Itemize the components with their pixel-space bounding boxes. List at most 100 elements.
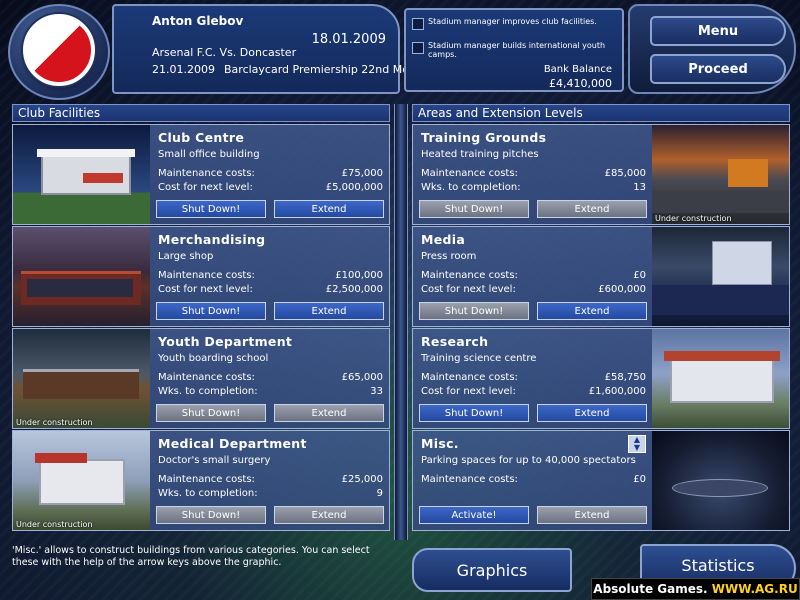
training-grounds-image: Under construction: [652, 125, 789, 224]
message-checkbox[interactable]: [412, 42, 424, 54]
cost-value: £1,600,000: [588, 386, 646, 397]
watermark-brand: Absolute Games.: [593, 582, 708, 596]
next-match-date: 21.01.2009: [152, 63, 215, 76]
cost-value: £25,000: [341, 474, 383, 485]
shut-down-button[interactable]: Shut Down!: [156, 404, 266, 422]
facility-title: Youth Department: [158, 334, 293, 349]
club-centre-info: Club Centre Small office building Mainte…: [150, 125, 389, 224]
facility-title: Club Centre: [158, 130, 245, 145]
message-checkbox[interactable]: [412, 18, 424, 30]
weeks-value: 9: [376, 488, 383, 499]
media-info: Media Press room Maintenance costs: £0 C…: [413, 227, 652, 326]
weeks-label: Wks. to completion:: [421, 182, 521, 193]
arrow-down-icon[interactable]: ▼: [634, 444, 640, 452]
facility-row-merchandising: Merchandising Large shop Maintenance cos…: [12, 226, 390, 327]
watermark-url: WWW.AG.RU: [711, 582, 798, 596]
cost-value: £0: [633, 270, 646, 281]
extend-button[interactable]: Extend: [274, 506, 384, 524]
shut-down-button[interactable]: Shut Down!: [419, 404, 529, 422]
cost-label: Maintenance costs:: [421, 270, 518, 281]
messages-panel: Stadium manager improves club facilities…: [404, 8, 624, 92]
merchandising-image: [13, 227, 150, 326]
category-arrows[interactable]: ▲ ▼: [628, 435, 646, 453]
cost-label: Maintenance costs:: [421, 372, 518, 383]
extend-button[interactable]: Extend: [537, 200, 647, 218]
facility-row-misc: Misc. ▲ ▼ Parking spaces for up to 40,00…: [412, 430, 790, 531]
facility-title: Media: [421, 232, 466, 247]
construction-label: Under construction: [16, 520, 93, 529]
facility-subtitle: Youth boarding school: [158, 353, 269, 364]
next-match-fixture: Arsenal F.C. Vs. Doncaster: [152, 46, 297, 59]
bank-balance-value: £4,410,000: [549, 77, 612, 90]
graphics-button[interactable]: Graphics: [412, 548, 572, 592]
facility-row-training-grounds: Training Grounds Heated training pitches…: [412, 124, 790, 225]
message-text: Stadium manager improves club facilities…: [428, 17, 597, 26]
facility-row-youth-department: Under construction Youth Department Yout…: [12, 328, 390, 429]
cost-label: Maintenance costs:: [158, 168, 255, 179]
manager-name: Anton Glebov: [152, 14, 244, 28]
facility-row-media: Media Press room Maintenance costs: £0 C…: [412, 226, 790, 327]
facility-title: Misc.: [421, 436, 459, 451]
merchandising-info: Merchandising Large shop Maintenance cos…: [150, 227, 389, 326]
facility-subtitle: Training science centre: [421, 353, 537, 364]
facility-subtitle: Small office building: [158, 149, 260, 160]
extend-button[interactable]: Extend: [274, 404, 384, 422]
research-info: Research Training science centre Mainten…: [413, 329, 652, 428]
shut-down-button[interactable]: Shut Down!: [419, 200, 529, 218]
extend-button[interactable]: Extend: [274, 200, 384, 218]
facility-title: Medical Department: [158, 436, 307, 451]
extend-button[interactable]: Extend: [274, 302, 384, 320]
extend-button[interactable]: Extend: [537, 506, 647, 524]
extend-button[interactable]: Extend: [537, 302, 647, 320]
menu-button[interactable]: Menu: [650, 16, 786, 46]
shut-down-button[interactable]: Shut Down!: [156, 200, 266, 218]
activate-button[interactable]: Activate!: [419, 506, 529, 524]
facility-subtitle: Press room: [421, 251, 477, 262]
main-menu-panel: Menu Proceed: [628, 4, 796, 94]
club-facilities-header: Club Facilities: [12, 104, 390, 122]
proceed-button[interactable]: Proceed: [650, 54, 786, 84]
site-watermark: Absolute Games. WWW.AG.RU: [591, 578, 800, 600]
cost-value: £65,000: [341, 372, 383, 383]
weeks-value: 13: [633, 182, 646, 193]
facility-row-club-centre: Club Centre Small office building Mainte…: [12, 124, 390, 225]
facility-subtitle: Parking spaces for up to 40,000 spectato…: [421, 455, 636, 466]
weeks-value: 33: [370, 386, 383, 397]
cost-label: Cost for next level:: [421, 284, 516, 295]
cost-value: £75,000: [341, 168, 383, 179]
message-text: Stadium manager builds international you…: [428, 41, 606, 59]
weeks-label: Wks. to completion:: [158, 386, 258, 397]
cost-value: £0: [633, 474, 646, 485]
current-date: 18.01.2009: [311, 32, 386, 47]
cost-value: £100,000: [335, 270, 383, 281]
cost-label: Maintenance costs:: [158, 270, 255, 281]
facility-row-research: Research Training science centre Mainten…: [412, 328, 790, 429]
cost-label: Maintenance costs:: [421, 474, 518, 485]
construction-label: Under construction: [655, 214, 732, 223]
cost-label: Maintenance costs:: [158, 474, 255, 485]
weeks-label: Wks. to completion:: [158, 488, 258, 499]
media-image: [652, 227, 789, 326]
cost-label: Cost for next level:: [421, 386, 516, 397]
shut-down-button[interactable]: Shut Down!: [156, 302, 266, 320]
extend-button[interactable]: Extend: [537, 404, 647, 422]
bank-balance-label: Bank Balance: [543, 64, 612, 75]
misc-image: [652, 431, 789, 530]
shut-down-button[interactable]: Shut Down!: [419, 302, 529, 320]
training-grounds-info: Training Grounds Heated training pitches…: [413, 125, 652, 224]
cost-label: Cost for next level:: [158, 284, 253, 295]
youth-department-image: Under construction: [13, 329, 150, 428]
cost-label: Maintenance costs:: [421, 168, 518, 179]
medical-department-image: Under construction: [13, 431, 150, 530]
facility-subtitle: Doctor's small surgery: [158, 455, 271, 466]
youth-department-info: Youth Department Youth boarding school M…: [150, 329, 389, 428]
research-image: [652, 329, 789, 428]
facility-title: Training Grounds: [421, 130, 547, 145]
facility-title: Research: [421, 334, 489, 349]
medical-department-info: Medical Department Doctor's small surger…: [150, 431, 389, 530]
facility-subtitle: Large shop: [158, 251, 214, 262]
cost-value: £5,000,000: [325, 182, 383, 193]
cost-value: £600,000: [598, 284, 646, 295]
facility-title: Merchandising: [158, 232, 266, 247]
shut-down-button[interactable]: Shut Down!: [156, 506, 266, 524]
